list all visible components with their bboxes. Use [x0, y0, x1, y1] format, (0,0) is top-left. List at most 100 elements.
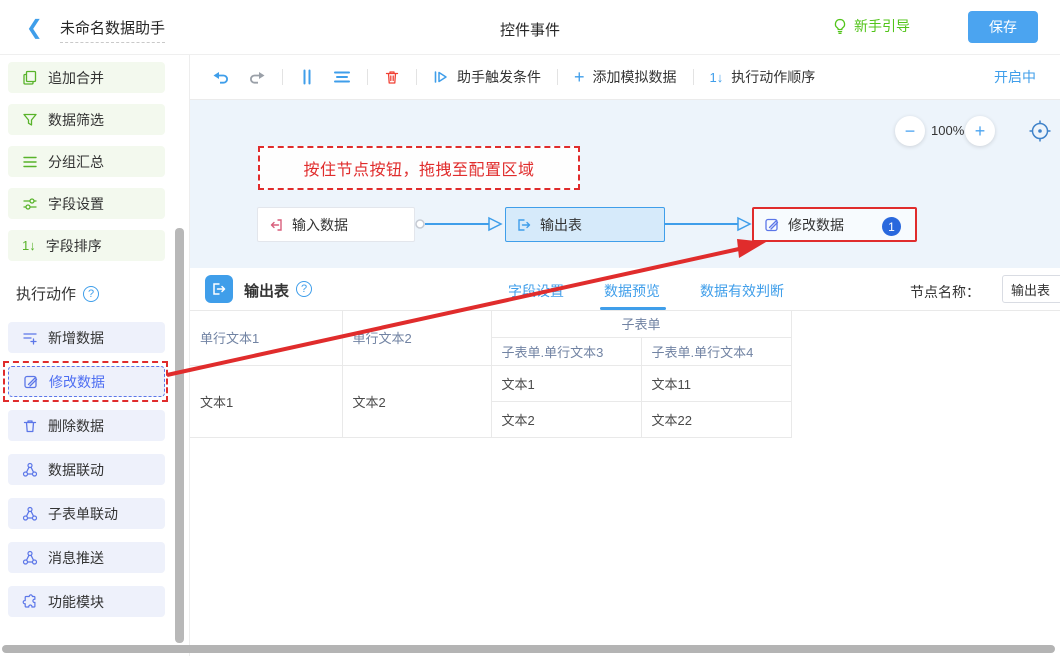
tab-data-preview[interactable]: 数据预览	[604, 281, 660, 301]
data-preview-table: 单行文本1 单行文本2 子表单 子表单.单行文本3 子表单.单行文本4 文本1 …	[190, 310, 792, 438]
sidebar-item-label: 删除数据	[48, 416, 104, 436]
sidebar-item-data-linkage[interactable]: 数据联动	[8, 454, 165, 485]
edit-icon	[764, 217, 780, 233]
table-cell: 文本1	[491, 365, 641, 401]
table-cell: 文本22	[641, 401, 791, 437]
sidebar-item-add-data[interactable]: 新增数据	[8, 322, 165, 353]
edit-data-icon	[23, 374, 39, 390]
help-icon[interactable]: ?	[83, 286, 99, 302]
sidebar-item-label: 功能模块	[48, 592, 104, 612]
status-toggle[interactable]: 开启中	[994, 67, 1036, 87]
sidebar-scrollbar[interactable]	[175, 228, 184, 643]
sidebar-item-delete-data[interactable]: 删除数据	[8, 410, 165, 441]
sort-icon: 1↓	[22, 239, 36, 252]
node-count-badge: 1	[882, 217, 901, 236]
sidebar-item-label: 数据筛选	[48, 110, 104, 130]
column-header: 单行文本1	[190, 310, 342, 365]
sidebar-item-field-sort[interactable]: 1↓ 字段排序	[8, 230, 165, 261]
sidebar-item-label: 子表单联动	[48, 504, 118, 524]
sidebar-item-label: 字段设置	[48, 194, 104, 214]
delete-data-icon	[22, 418, 38, 434]
add-mock-data-button[interactable]: + 添加模拟数据	[574, 67, 677, 87]
output-table-icon	[205, 275, 233, 303]
plus-icon: +	[574, 68, 585, 86]
zoom-out-button[interactable]: −	[895, 116, 925, 146]
action-order-button[interactable]: 1↓ 执行动作顺序	[710, 67, 816, 87]
flow-canvas[interactable]: − 100% + 按住节点按钮，拖拽至配置区域 输入数据 输出表 修改数据 1	[190, 100, 1060, 268]
group-summary-icon	[22, 154, 38, 170]
column-group-header: 子表单	[491, 310, 791, 337]
lightbulb-icon	[832, 18, 848, 35]
page-title: 控件事件	[500, 19, 560, 40]
trigger-icon	[433, 69, 449, 85]
import-icon	[268, 217, 284, 233]
sidebar-item-field-settings[interactable]: 字段设置	[8, 188, 165, 219]
node-label: 输入数据	[292, 215, 348, 235]
add-data-icon	[22, 330, 38, 346]
section-title: 执行动作	[16, 283, 76, 304]
app-window: ❮ 未命名数据助手 控件事件 新手引导 保存 追加合并 数据筛选 分组汇总 字段…	[0, 0, 1060, 656]
canvas-toolbar: 助手触发条件 + 添加模拟数据 1↓ 执行动作顺序 开启中	[190, 55, 1060, 100]
sidebar-item-modify-data[interactable]: 修改数据	[8, 366, 165, 397]
column-header: 单行文本2	[342, 310, 491, 365]
zoom-in-button[interactable]: +	[965, 116, 995, 146]
delete-node-button[interactable]	[384, 69, 400, 86]
align-vertical-button[interactable]	[299, 69, 315, 85]
locate-center-icon[interactable]	[1028, 119, 1052, 143]
undo-button[interactable]	[212, 69, 230, 85]
config-panel: 输出表 ? 字段设置 数据预览 数据有效判断 节点名称： 单行文本1 单行文本2…	[190, 268, 1060, 656]
topbar: ❮ 未命名数据助手 控件事件 新手引导 保存	[0, 0, 1060, 55]
guide-link[interactable]: 新手引导	[832, 16, 910, 36]
sort-order-icon: 1↓	[710, 70, 724, 85]
section-execute-actions: 执行动作 ?	[16, 283, 99, 304]
sidebar-item-subform-linkage[interactable]: 子表单联动	[8, 498, 165, 529]
column-header: 子表单.单行文本3	[491, 337, 641, 365]
subform-linkage-icon	[22, 506, 38, 522]
toolbar-divider	[416, 69, 417, 85]
horizontal-scrollbar[interactable]	[2, 645, 1055, 653]
panel-title: 输出表	[244, 280, 289, 301]
sidebar-item-message-push[interactable]: 消息推送	[8, 542, 165, 573]
sidebar-item-append-merge[interactable]: 追加合并	[8, 62, 165, 93]
sidebar-item-label: 消息推送	[48, 548, 104, 568]
trigger-condition-button[interactable]: 助手触发条件	[433, 67, 541, 87]
zoom-level: 100%	[931, 123, 964, 138]
align-horizontal-button[interactable]	[333, 69, 351, 85]
action-order-label: 执行动作顺序	[731, 67, 815, 87]
field-settings-icon	[22, 196, 38, 212]
node-label: 修改数据	[788, 215, 844, 235]
table-cell: 文本11	[641, 365, 791, 401]
node-input-data[interactable]: 输入数据	[257, 207, 415, 242]
doc-title[interactable]: 未命名数据助手	[60, 17, 165, 43]
tab-data-validation[interactable]: 数据有效判断	[700, 281, 784, 301]
node-output-table[interactable]: 输出表	[505, 207, 665, 242]
toolbar-divider	[557, 69, 558, 85]
filter-icon	[22, 112, 38, 128]
node-name-input[interactable]	[1002, 275, 1060, 303]
node-name-label: 节点名称：	[910, 282, 980, 302]
redo-button[interactable]	[248, 69, 266, 85]
sidebar-item-data-filter[interactable]: 数据筛选	[8, 104, 165, 135]
add-mock-data-label: 添加模拟数据	[593, 67, 677, 87]
sidebar-item-label: 追加合并	[48, 68, 104, 88]
merge-icon	[22, 70, 38, 86]
panel-help-icon[interactable]: ?	[296, 281, 312, 297]
message-push-icon	[22, 550, 38, 566]
sidebar-item-group-summary[interactable]: 分组汇总	[8, 146, 165, 177]
sidebar-item-function-module[interactable]: 功能模块	[8, 586, 165, 617]
node-label: 输出表	[540, 215, 582, 235]
trigger-condition-label: 助手触发条件	[457, 67, 541, 87]
table-cell: 文本2	[342, 365, 491, 437]
module-icon	[22, 594, 38, 610]
column-header: 子表单.单行文本4	[641, 337, 791, 365]
sidebar-item-label: 分组汇总	[48, 152, 104, 172]
toolbar-divider	[693, 69, 694, 85]
save-button[interactable]: 保存	[968, 11, 1038, 43]
sidebar-item-label: 数据联动	[48, 460, 104, 480]
sidebar: 追加合并 数据筛选 分组汇总 字段设置 1↓ 字段排序 执行动作 ? 新增数据	[0, 55, 190, 656]
table-cell: 文本2	[491, 401, 641, 437]
tab-field-settings[interactable]: 字段设置	[508, 281, 564, 301]
toolbar-divider	[282, 69, 283, 85]
node-modify-data[interactable]: 修改数据 1	[752, 207, 917, 242]
back-icon[interactable]: ❮	[26, 15, 43, 40]
